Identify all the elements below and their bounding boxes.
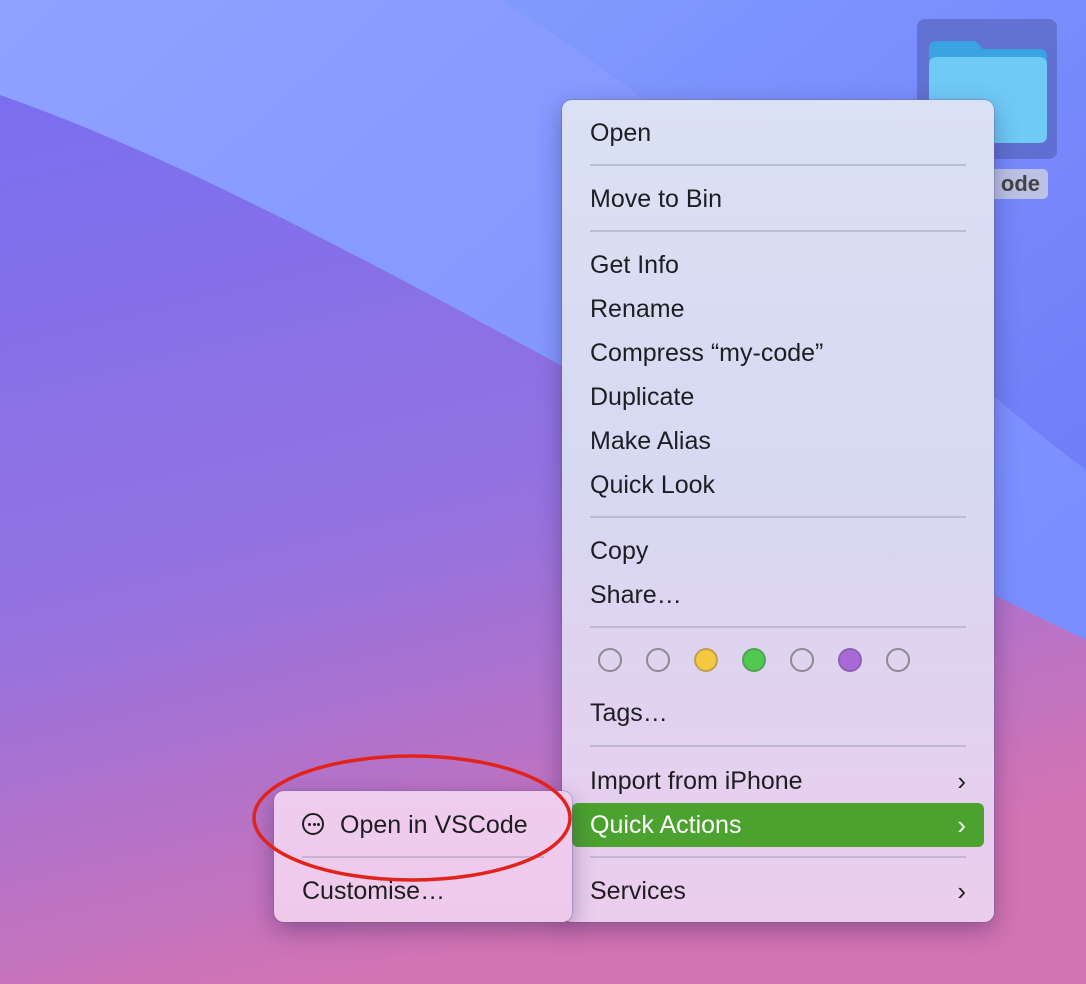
menu-item-get-info[interactable]: Get Info <box>572 243 984 287</box>
submenu-item-open-in-vscode[interactable]: Open in VSCode <box>284 803 562 847</box>
tag-color-circle[interactable] <box>838 648 862 672</box>
menu-separator <box>590 856 966 858</box>
tag-color-circle[interactable] <box>694 648 718 672</box>
menu-item-label: Import from iPhone <box>590 767 803 795</box>
chevron-right-icon: › <box>957 766 966 796</box>
tag-color-circle[interactable] <box>886 648 910 672</box>
menu-separator <box>590 164 966 166</box>
quick-actions-submenu: Open in VSCode Customise… <box>274 791 572 922</box>
menu-separator <box>590 626 966 628</box>
menu-item-make-alias[interactable]: Make Alias <box>572 419 984 463</box>
menu-item-tags[interactable]: Tags… <box>572 691 984 735</box>
tag-color-circle[interactable] <box>742 648 766 672</box>
menu-item-share[interactable]: Share… <box>572 573 984 617</box>
chevron-right-icon: › <box>957 810 966 840</box>
menu-item-quick-look[interactable]: Quick Look <box>572 463 984 507</box>
tag-color-circle[interactable] <box>790 648 814 672</box>
menu-item-services[interactable]: Services › <box>572 869 984 913</box>
menu-separator <box>590 745 966 747</box>
menu-separator <box>302 856 544 858</box>
chevron-right-icon: › <box>957 876 966 906</box>
menu-item-copy[interactable]: Copy <box>572 529 984 573</box>
tag-color-circle[interactable] <box>598 648 622 672</box>
menu-item-label: Services <box>590 877 686 905</box>
menu-item-open[interactable]: Open <box>572 111 984 155</box>
menu-item-rename[interactable]: Rename <box>572 287 984 331</box>
context-menu: Open Move to Bin Get Info Rename Compres… <box>562 100 994 922</box>
menu-item-import-from-iphone[interactable]: Import from iPhone › <box>572 759 984 803</box>
menu-item-quick-actions[interactable]: Quick Actions › <box>572 803 984 847</box>
menu-item-move-to-bin[interactable]: Move to Bin <box>572 177 984 221</box>
tag-color-circle[interactable] <box>646 648 670 672</box>
menu-item-label: Quick Actions <box>590 811 742 839</box>
ellipsis-circle-icon <box>302 813 324 836</box>
menu-item-duplicate[interactable]: Duplicate <box>572 375 984 419</box>
menu-item-compress[interactable]: Compress “my-code” <box>572 331 984 375</box>
menu-separator <box>590 516 966 518</box>
menu-separator <box>590 230 966 232</box>
submenu-item-customise[interactable]: Customise… <box>284 869 562 913</box>
menu-item-label: Open in VSCode <box>340 811 528 839</box>
